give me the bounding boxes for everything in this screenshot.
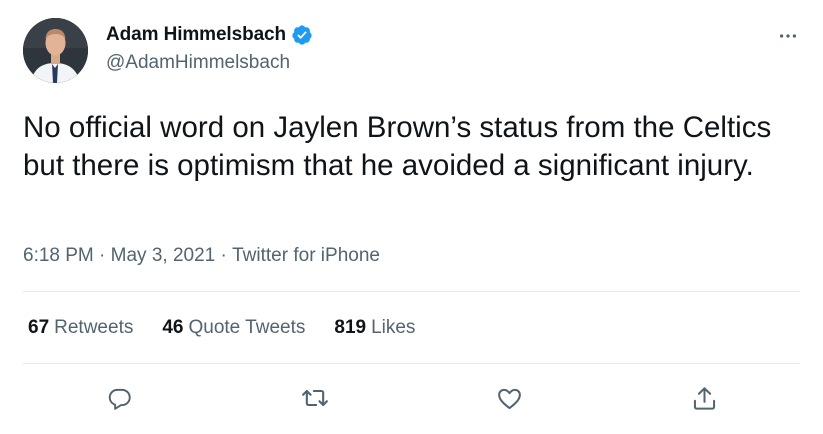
reply-icon xyxy=(108,388,131,410)
reply-button[interactable] xyxy=(100,378,140,418)
more-options-button[interactable] xyxy=(768,22,808,50)
divider xyxy=(23,291,800,292)
engagement-stats: 67 Retweets 46 Quote Tweets 819 Likes xyxy=(28,317,444,339)
quote-tweets-stat[interactable]: 46 Quote Tweets xyxy=(162,317,305,339)
quote-tweets-label: Quote Tweets xyxy=(188,317,306,338)
likes-stat[interactable]: 819 Likes xyxy=(334,317,415,339)
meta-separator: · xyxy=(215,245,233,266)
author-handle[interactable]: @AdamHimmelsbach xyxy=(106,52,290,74)
tweet-date[interactable]: May 3, 2021 xyxy=(111,245,216,267)
retweets-count: 67 xyxy=(28,317,50,338)
author-name-row[interactable]: Adam Himmelsbach xyxy=(106,24,313,46)
share-icon xyxy=(693,386,715,410)
heart-icon xyxy=(497,388,521,409)
likes-label: Likes xyxy=(371,317,416,338)
divider xyxy=(23,363,800,364)
tweet-source-link[interactable]: Twitter for iPhone xyxy=(232,245,380,267)
retweets-stat[interactable]: 67 Retweets xyxy=(28,317,133,339)
more-horizontal-icon xyxy=(779,34,797,38)
likes-count: 819 xyxy=(334,317,367,338)
tweet-metadata: 6:18 PM · May 3, 2021 · Twitter for iPho… xyxy=(23,245,380,267)
retweets-label: Retweets xyxy=(54,317,134,338)
share-button[interactable] xyxy=(684,378,724,418)
tweet-card: Adam Himmelsbach @AdamHimmelsbach No off… xyxy=(0,0,823,434)
retweet-button[interactable] xyxy=(295,378,335,418)
meta-separator: · xyxy=(93,245,111,266)
avatar[interactable] xyxy=(23,18,88,83)
tweet-actions-bar xyxy=(0,378,823,418)
verified-badge-icon xyxy=(291,24,313,46)
tweet-time[interactable]: 6:18 PM xyxy=(23,245,94,267)
retweet-icon xyxy=(302,389,328,407)
quote-tweets-count: 46 xyxy=(162,317,184,338)
tweet-text: No official word on Jaylen Brown’s statu… xyxy=(23,111,772,182)
like-button[interactable] xyxy=(489,378,529,418)
display-name[interactable]: Adam Himmelsbach xyxy=(106,24,286,46)
